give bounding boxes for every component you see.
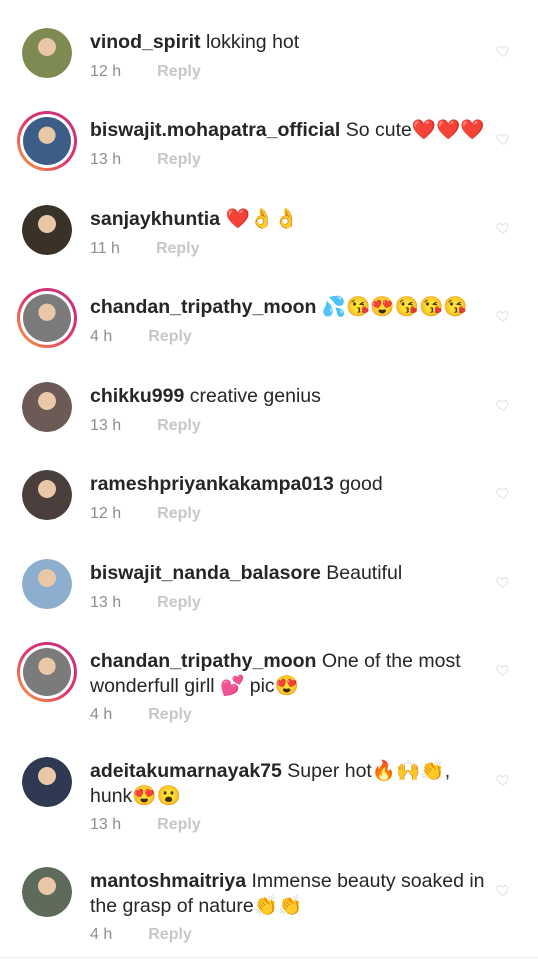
reply-button[interactable]: Reply xyxy=(148,328,192,345)
comments-list: vinod_spirit lokking hot 12 h Reply biswaji… xyxy=(0,0,538,960)
comment-meta: 4 h Reply xyxy=(90,926,192,944)
comment-meta: 12 h Reply xyxy=(90,63,201,81)
comment-text: biswajit_nanda_balasore Beautiful xyxy=(90,561,490,586)
avatar-photo xyxy=(23,294,71,342)
reply-button[interactable]: Reply xyxy=(157,594,201,611)
timestamp: 4 h xyxy=(90,706,113,723)
username-link[interactable]: adeitakumarnayak75 xyxy=(90,760,282,782)
heart-outline-icon[interactable] xyxy=(496,773,510,787)
reply-button[interactable]: Reply xyxy=(157,151,201,168)
avatar[interactable] xyxy=(22,382,72,432)
avatar[interactable] xyxy=(22,470,72,520)
heart-outline-icon[interactable] xyxy=(496,486,510,500)
avatar[interactable] xyxy=(22,205,72,255)
comment-meta: 13 h Reply xyxy=(90,594,201,612)
heart-outline-icon[interactable] xyxy=(496,883,510,897)
timestamp: 13 h xyxy=(90,417,122,434)
reply-button[interactable]: Reply xyxy=(157,816,201,833)
comment-text: biswajit.mohapatra_official So cute❤️❤️❤… xyxy=(90,118,490,143)
timestamp: 13 h xyxy=(90,816,122,833)
reply-button[interactable]: Reply xyxy=(157,505,201,522)
username-link[interactable]: sanjaykhuntia xyxy=(90,208,220,230)
comment-text: chandan_tripathy_moon 💦😘😍😘😘😘 xyxy=(90,295,490,320)
username-link[interactable]: chikku999 xyxy=(90,385,184,407)
timestamp: 12 h xyxy=(90,63,122,80)
comment-text: sanjaykhuntia ❤️👌👌 xyxy=(90,207,490,232)
reply-button[interactable]: Reply xyxy=(148,706,192,723)
reply-button[interactable]: Reply xyxy=(156,240,200,257)
avatar[interactable] xyxy=(22,559,72,609)
avatar[interactable] xyxy=(17,642,77,702)
comment-body: ❤️👌👌 xyxy=(220,208,299,230)
timestamp: 13 h xyxy=(90,594,122,611)
avatar-photo xyxy=(23,648,71,696)
avatar-photo xyxy=(22,28,72,78)
username-link[interactable]: chandan_tripathy_moon xyxy=(90,296,316,318)
comment-text: adeitakumarnayak75 Super hot🔥🙌👏, hunk😍😮 xyxy=(90,759,490,809)
username-link[interactable]: mantoshmaitriya xyxy=(90,870,246,892)
avatar-photo xyxy=(23,117,71,165)
comment-meta: 12 h Reply xyxy=(90,505,201,523)
avatar[interactable] xyxy=(17,288,77,348)
heart-outline-icon[interactable] xyxy=(496,398,510,412)
avatar[interactable] xyxy=(17,111,77,171)
username-link[interactable]: rameshpriyankakampa013 xyxy=(90,473,334,495)
avatar-photo xyxy=(22,205,72,255)
comment-meta: 13 h Reply xyxy=(90,816,201,834)
reply-button[interactable]: Reply xyxy=(157,417,201,434)
username-link[interactable]: biswajit.mohapatra_official xyxy=(90,119,340,141)
username-link[interactable]: biswajit_nanda_balasore xyxy=(90,562,321,584)
comment-meta: 13 h Reply xyxy=(90,417,201,435)
heart-outline-icon[interactable] xyxy=(496,221,510,235)
comment-text: chandan_tripathy_moon One of the most wo… xyxy=(90,649,490,699)
comment-text: mantoshmaitriya Immense beauty soaked in… xyxy=(90,869,490,919)
avatar[interactable] xyxy=(22,867,72,917)
heart-outline-icon[interactable] xyxy=(496,309,510,323)
comment-body: creative genius xyxy=(184,385,321,407)
timestamp: 11 h xyxy=(90,240,120,257)
avatar-photo xyxy=(22,470,72,520)
comment-body: So cute❤️❤️❤️ xyxy=(340,119,485,141)
avatar-photo xyxy=(22,757,72,807)
comment-body: 💦😘😍😘😘😘 xyxy=(316,296,468,318)
divider xyxy=(0,957,538,958)
reply-button[interactable]: Reply xyxy=(157,63,201,80)
comment-meta: 11 h Reply xyxy=(90,240,200,258)
timestamp: 13 h xyxy=(90,151,122,168)
comment-meta: 4 h Reply xyxy=(90,706,192,724)
reply-button[interactable]: Reply xyxy=(148,926,192,943)
heart-outline-icon[interactable] xyxy=(496,132,510,146)
comment-text: vinod_spirit lokking hot xyxy=(90,30,490,55)
heart-outline-icon[interactable] xyxy=(496,44,510,58)
comment-meta: 13 h Reply xyxy=(90,151,201,169)
avatar-photo xyxy=(22,382,72,432)
comment-text: rameshpriyankakampa013 good xyxy=(90,472,490,497)
timestamp: 12 h xyxy=(90,505,122,522)
avatar-photo xyxy=(22,867,72,917)
comment-text: chikku999 creative genius xyxy=(90,384,490,409)
heart-outline-icon[interactable] xyxy=(496,663,510,677)
comment-body: lokking hot xyxy=(200,31,300,53)
heart-outline-icon[interactable] xyxy=(496,575,510,589)
timestamp: 4 h xyxy=(90,926,113,943)
comment-body: Beautiful xyxy=(320,562,403,584)
avatar[interactable] xyxy=(22,757,72,807)
avatar[interactable] xyxy=(22,28,72,78)
timestamp: 4 h xyxy=(90,328,113,345)
comment-body: good xyxy=(333,473,383,495)
comment-meta: 4 h Reply xyxy=(90,328,192,346)
username-link[interactable]: chandan_tripathy_moon xyxy=(90,650,316,672)
avatar-photo xyxy=(22,559,72,609)
username-link[interactable]: vinod_spirit xyxy=(90,31,201,53)
